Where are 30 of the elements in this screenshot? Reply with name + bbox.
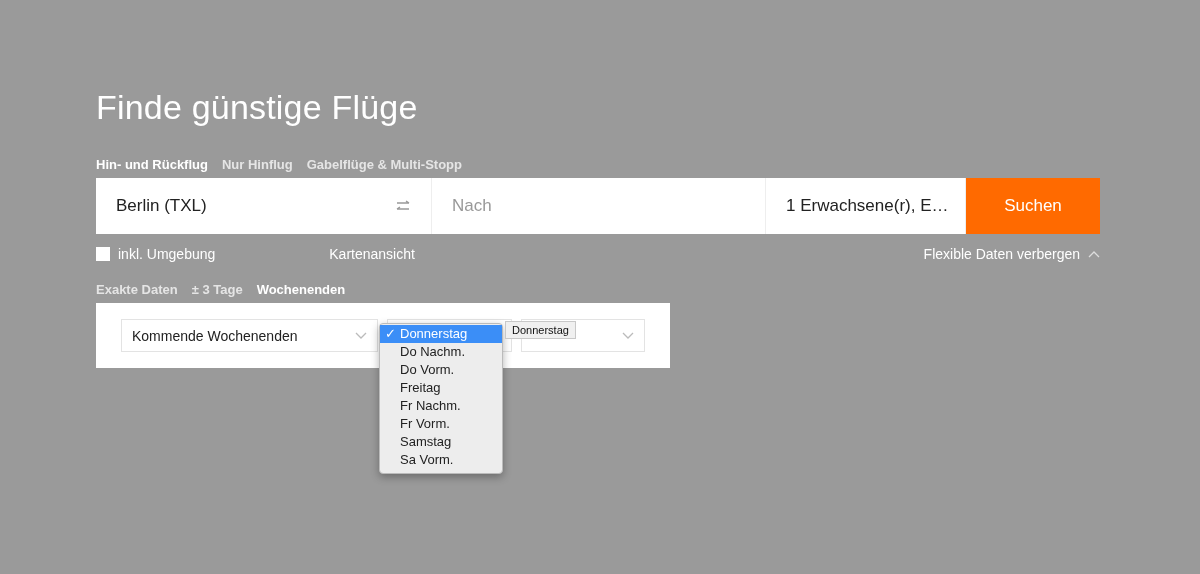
map-view-link[interactable]: Kartenansicht: [329, 246, 415, 262]
dropdown-option[interactable]: Freitag: [380, 379, 502, 397]
date-mode-tab[interactable]: ± 3 Tage: [191, 282, 243, 297]
dropdown-option[interactable]: Sa Vorm.: [380, 451, 502, 469]
weekend-select[interactable]: Kommende Wochenenden: [121, 319, 378, 352]
tooltip: Donnerstag: [505, 321, 576, 339]
origin-field[interactable]: Berlin (TXL): [96, 178, 432, 234]
checkmark-icon: ✓: [385, 325, 396, 343]
date-mode-tab[interactable]: Wochenenden: [256, 282, 346, 297]
nearby-checkbox[interactable]: [96, 247, 110, 261]
trip-type-tab[interactable]: Nur Hinflug: [221, 157, 293, 172]
date-mode-tab[interactable]: Exakte Daten: [96, 282, 178, 297]
dropdown-option[interactable]: Fr Nachm.: [380, 397, 502, 415]
dropdown-option[interactable]: Fr Vorm.: [380, 415, 502, 433]
passengers-select[interactable]: 1 Erwachsene(r), E…: [766, 178, 966, 234]
chevron-down-icon: [622, 331, 634, 340]
search-button[interactable]: Suchen: [966, 178, 1100, 234]
dropdown-option[interactable]: Do Vorm.: [380, 361, 502, 379]
dropdown-option[interactable]: Samstag: [380, 433, 502, 451]
trip-type-tab[interactable]: Hin- und Rückflug: [96, 157, 208, 172]
dropdown-option[interactable]: Do Nachm.: [380, 343, 502, 361]
destination-field[interactable]: Nach: [432, 178, 766, 234]
checkbox-label: inkl. Umgebung: [118, 246, 216, 262]
chevron-down-icon: [355, 331, 367, 340]
swap-icon[interactable]: [395, 200, 411, 212]
dropdown-option[interactable]: ✓ Donnerstag: [380, 325, 502, 343]
flexible-dates-toggle[interactable]: Flexible Daten verbergen: [923, 246, 1080, 262]
page-title: Finde günstige Flüge: [96, 88, 419, 127]
chevron-up-icon: [1088, 250, 1100, 258]
trip-type-tab[interactable]: Gabelflüge & Multi-Stopp: [306, 157, 462, 172]
